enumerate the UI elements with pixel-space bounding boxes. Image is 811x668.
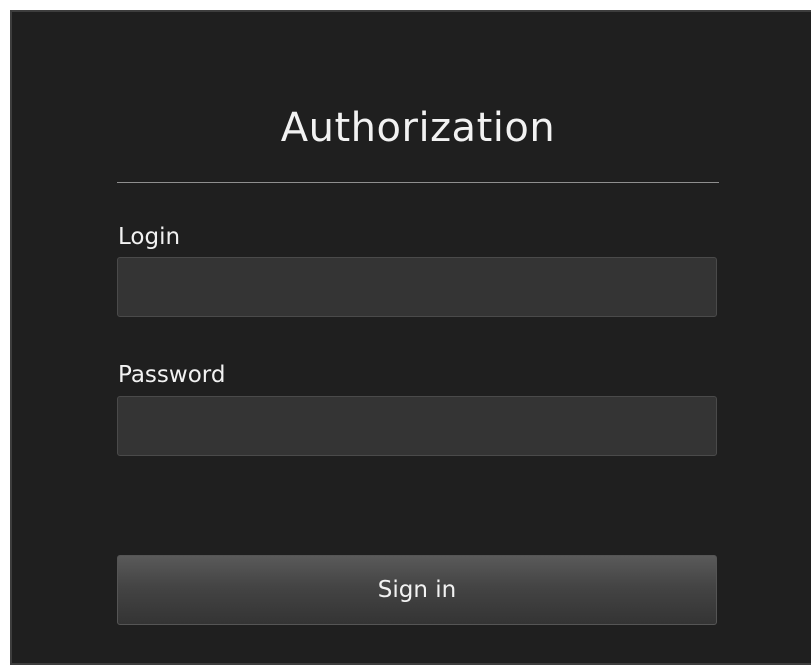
login-input[interactable] (117, 257, 717, 317)
password-label: Password (118, 362, 226, 388)
authorization-title: Authorization (280, 105, 556, 151)
page-background: Authorization Login Password Sign in (0, 0, 811, 668)
login-label: Login (118, 224, 181, 250)
authorization-panel: Authorization Login Password Sign in (10, 10, 811, 665)
title-divider (117, 182, 719, 183)
password-input[interactable] (117, 396, 717, 456)
sign-in-button[interactable]: Sign in (117, 555, 717, 625)
